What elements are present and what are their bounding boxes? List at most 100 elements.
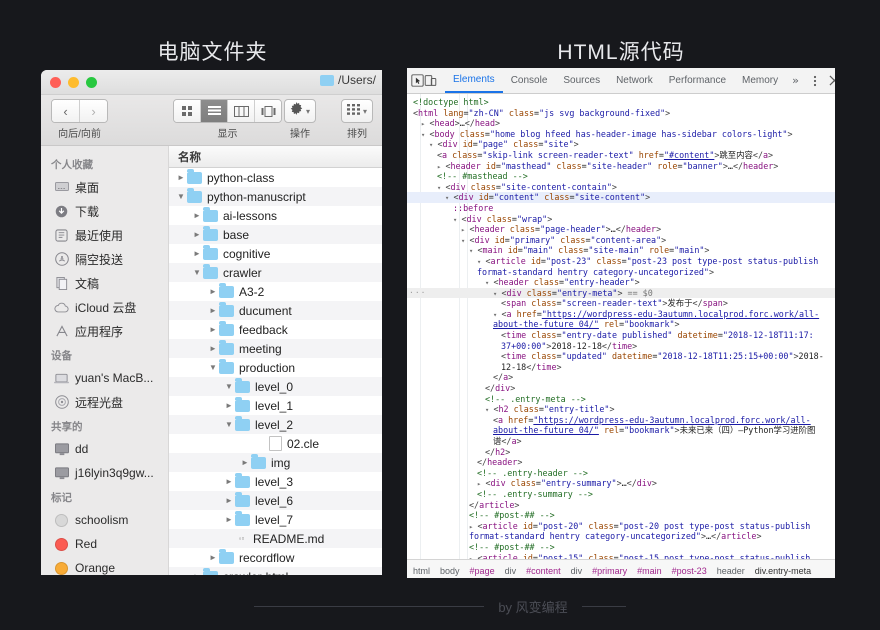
sidebar-item-yuan-s-macb-[interactable]: yuan's MacB... xyxy=(41,366,168,390)
tab-console[interactable]: Console xyxy=(503,69,556,93)
disclosure-triangle-closed[interactable]: ► xyxy=(223,515,235,524)
dom-node-line[interactable]: ▾ <div class="site-content-contain"> xyxy=(407,182,835,193)
dom-node-line[interactable]: <a class="skip-link screen-reader-text" … xyxy=(407,150,835,161)
dom-node-line[interactable]: ▸ <article id="post-20" class="post-20 p… xyxy=(407,521,835,532)
breadcrumb-item[interactable]: #main xyxy=(637,566,662,576)
close-icon[interactable] xyxy=(825,71,835,91)
table-row[interactable]: ◦▫ README.md xyxy=(169,529,382,548)
dom-node-line[interactable]: about-the-future_04/" rel="bookmark"> xyxy=(407,319,835,330)
table-row[interactable]: ► cognitive xyxy=(169,244,382,263)
sidebar-item-dd[interactable]: dd xyxy=(41,437,168,461)
device-toolbar-icon[interactable] xyxy=(424,71,437,91)
dom-node-line[interactable]: about-the-future_04/" rel="bookmark">未来已… xyxy=(407,425,835,436)
disclosure-triangle-open[interactable]: ▼ xyxy=(207,363,219,372)
disclosure-triangle-closed[interactable]: ► xyxy=(207,344,219,353)
disclosure-triangle-open[interactable]: ▼ xyxy=(223,420,235,429)
sidebar-item--[interactable]: 最近使用 xyxy=(41,223,168,247)
breadcrumb-item[interactable]: #primary xyxy=(592,566,627,576)
dom-node-line[interactable]: <!-- .entry-summary --> xyxy=(407,489,835,500)
dom-node-line[interactable]: ▸ <head>…</head> xyxy=(407,118,835,129)
table-row[interactable]: ► ai-lessons xyxy=(169,206,382,225)
action-menu-button[interactable]: ▾ xyxy=(284,99,317,123)
dom-node-line[interactable]: <a href="https://wordpress-edu-3autumn.l… xyxy=(407,415,835,426)
dom-node-line[interactable]: ::before xyxy=(407,203,835,214)
dom-node-line[interactable]: <!-- .entry-meta --> xyxy=(407,394,835,405)
dom-node-line[interactable]: ▸ <article id="post-15" class="post-15 p… xyxy=(407,553,835,559)
disclosure-triangle-closed[interactable]: ► xyxy=(175,173,187,182)
dom-node-line[interactable]: ▾ <div id="content" class="site-content"… xyxy=(407,192,835,203)
sidebar-item-schoolism[interactable]: schoolism xyxy=(41,508,168,532)
breadcrumb-item[interactable]: html xyxy=(413,566,430,576)
breadcrumb-item[interactable]: div xyxy=(571,566,583,576)
disclosure-triangle-closed[interactable]: ► xyxy=(223,477,235,486)
gallery-view-button[interactable] xyxy=(255,100,281,122)
dom-node-line[interactable]: format-standard hentry category-uncatego… xyxy=(407,267,835,278)
table-row[interactable]: 02.cle xyxy=(169,434,382,453)
kebab-menu-icon[interactable] xyxy=(805,71,825,91)
disclosure-triangle-closed[interactable]: ► xyxy=(191,211,203,220)
sidebar-item-j16lyin3q9gw-[interactable]: j16lyin3q9gw... xyxy=(41,461,168,485)
disclosure-triangle-closed[interactable]: ► xyxy=(223,401,235,410)
dom-node-line[interactable]: 谱</a> xyxy=(407,436,835,447)
tab-sources[interactable]: Sources xyxy=(555,69,608,93)
table-row[interactable]: ▼ python-manuscript xyxy=(169,187,382,206)
dom-node-line[interactable]: </article> xyxy=(407,500,835,511)
disclosure-triangle-closed[interactable]: ► xyxy=(207,306,219,315)
table-row[interactable]: ► img xyxy=(169,453,382,472)
disclosure-triangle-closed[interactable]: ► xyxy=(191,230,203,239)
dom-node-line[interactable]: </h2> xyxy=(407,447,835,458)
dom-node-line[interactable]: <time class="entry-date published" datet… xyxy=(407,330,835,341)
disclosure-triangle-closed[interactable]: ► xyxy=(191,249,203,258)
disclosure-triangle-open[interactable]: ▼ xyxy=(223,382,235,391)
arrange-menu-button[interactable]: ▾ xyxy=(341,99,374,123)
dom-node-line[interactable]: </header> xyxy=(407,457,835,468)
dom-node-line[interactable]: 12-18</time> xyxy=(407,362,835,373)
disclosure-triangle-closed[interactable]: ► xyxy=(223,496,235,505)
dom-node-line[interactable]: </div> xyxy=(407,383,835,394)
table-row[interactable]: ▼ crawler xyxy=(169,263,382,282)
dom-node-line[interactable]: ▾ <div id="primary" class="content-area"… xyxy=(407,235,835,246)
tab-network[interactable]: Network xyxy=(608,69,661,93)
column-header-name[interactable]: 名称 xyxy=(169,146,382,168)
disclosure-triangle-closed[interactable]: ► xyxy=(207,287,219,296)
tab-performance[interactable]: Performance xyxy=(661,69,734,93)
table-row[interactable]: ► level_6 xyxy=(169,491,382,510)
disclosure-triangle-closed[interactable]: ► xyxy=(207,325,219,334)
dom-node-line[interactable]: <time class="updated" datetime="2018-12-… xyxy=(407,351,835,362)
nav-buttons[interactable]: ‹ › xyxy=(51,99,108,123)
sidebar-item--[interactable]: 应用程序 xyxy=(41,319,168,343)
dom-node-line[interactable]: <span class="screen-reader-text">发布于</sp… xyxy=(407,298,835,309)
breadcrumb-item[interactable]: header xyxy=(717,566,745,576)
breadcrumb-item[interactable]: div xyxy=(505,566,517,576)
column-view-button[interactable] xyxy=(228,100,255,122)
dom-node-line[interactable]: ▾ <div class="entry-meta"> == $0 ··· xyxy=(407,287,835,299)
dom-node-line[interactable]: ▾ <div id="page" class="site"> xyxy=(407,139,835,150)
dom-node-line[interactable]: <!-- #masthead --> xyxy=(407,171,835,182)
dom-node-line[interactable]: ▾ <main id="main" class="site-main" role… xyxy=(407,245,835,256)
dom-node-line[interactable]: <!-- #post-## --> xyxy=(407,542,835,553)
disclosure-triangle-open[interactable]: ▼ xyxy=(175,192,187,201)
table-row[interactable]: ► python-class xyxy=(169,168,382,187)
table-row[interactable]: ► level_7 xyxy=(169,510,382,529)
close-window-button[interactable] xyxy=(50,77,61,88)
table-row[interactable]: ▼ level_2 xyxy=(169,415,382,434)
dom-node-line[interactable]: ▾ <body class="home blog hfeed has-heade… xyxy=(407,129,835,140)
sidebar-item-orange[interactable]: Orange xyxy=(41,556,168,575)
table-row[interactable]: ► level_3 xyxy=(169,472,382,491)
dom-node-line[interactable]: ▾ <article id="post-23" class="post-23 p… xyxy=(407,256,835,267)
tab-memory[interactable]: Memory xyxy=(734,69,786,93)
inspect-element-icon[interactable] xyxy=(411,71,424,91)
dom-node-line[interactable]: ▾ <header class="entry-header"> xyxy=(407,277,835,288)
sidebar-item--[interactable]: 桌面 xyxy=(41,175,168,199)
disclosure-triangle-closed[interactable]: ► xyxy=(239,458,251,467)
dom-node-line[interactable]: <!doctype html> xyxy=(407,97,835,108)
breadcrumb-item[interactable]: div.entry-meta xyxy=(755,566,811,576)
disclosure-triangle-closed[interactable]: ► xyxy=(207,553,219,562)
breadcrumb-item[interactable]: body xyxy=(440,566,460,576)
forward-button[interactable]: › xyxy=(80,100,107,122)
sidebar-item--[interactable]: 隔空投送 xyxy=(41,247,168,271)
dom-node-line[interactable]: </a> xyxy=(407,372,835,383)
breadcrumb-item[interactable]: #page xyxy=(470,566,495,576)
maximize-window-button[interactable] xyxy=(86,77,97,88)
dom-node-line[interactable]: ▾ <h2 class="entry-title"> xyxy=(407,404,835,415)
